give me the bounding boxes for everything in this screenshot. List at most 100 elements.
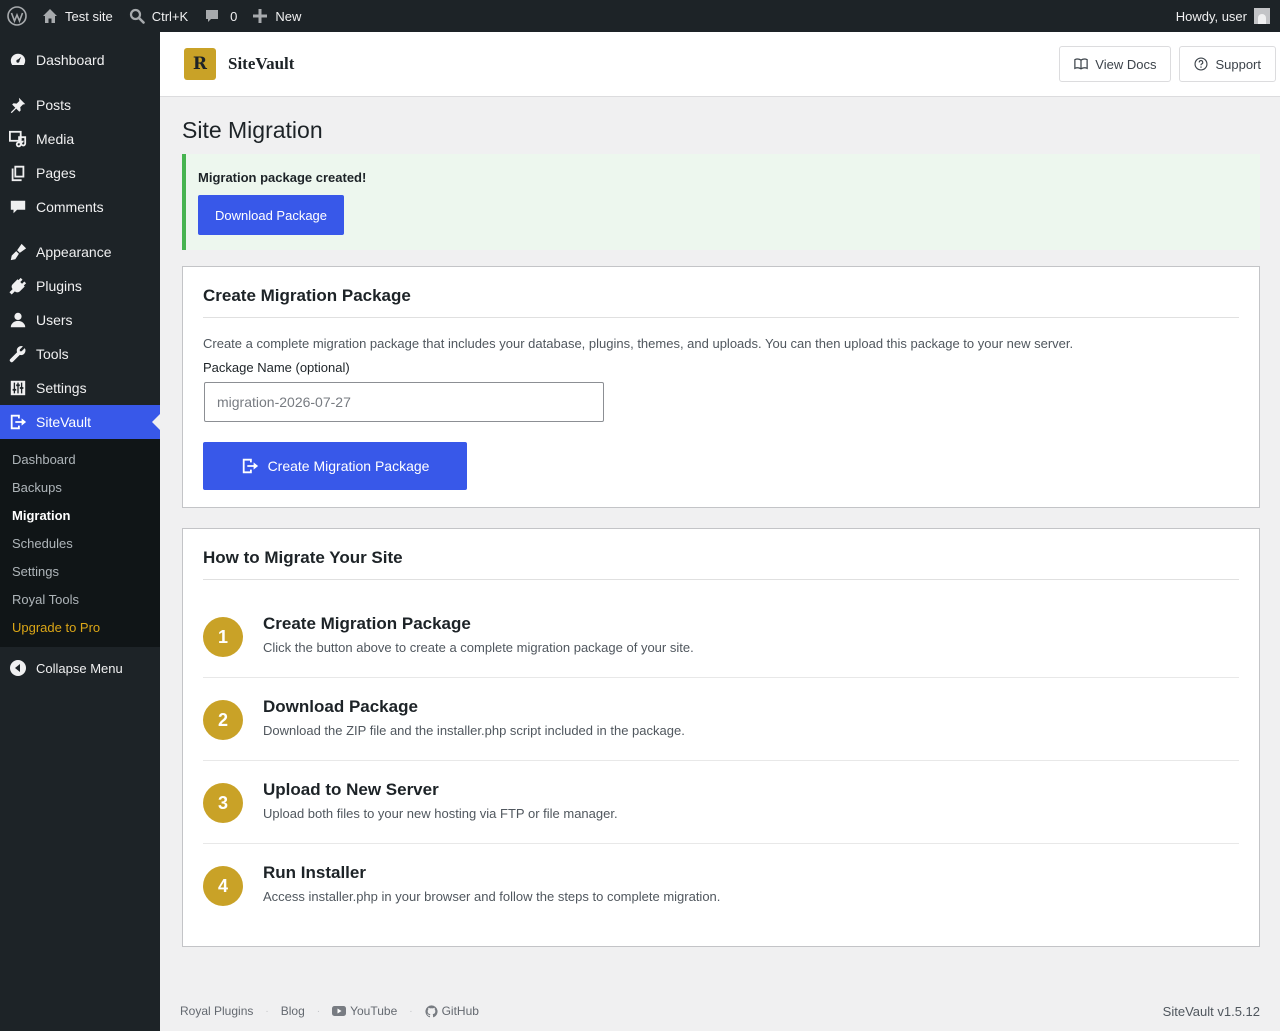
youtube-icon bbox=[332, 1006, 347, 1016]
download-package-button[interactable]: Download Package bbox=[198, 195, 345, 235]
support-button[interactable]: Support bbox=[1179, 46, 1276, 82]
menu-label: Plugins bbox=[36, 278, 82, 294]
plugin-header: R SiteVault View Docs Support bbox=[160, 32, 1280, 97]
step-number-badge: 2 bbox=[203, 700, 243, 740]
view-docs-button[interactable]: View Docs bbox=[1059, 46, 1172, 82]
menu-label: Comments bbox=[36, 199, 104, 215]
submenu-item-schedules[interactable]: Schedules bbox=[0, 529, 160, 557]
collapse-label: Collapse Menu bbox=[36, 660, 123, 676]
collapse-arrow-icon bbox=[10, 660, 26, 676]
steps-list: 1 Create Migration Package Click the but… bbox=[203, 580, 1239, 927]
menu-label: Pages bbox=[36, 165, 76, 181]
menu-item-dashboard[interactable]: Dashboard bbox=[0, 43, 160, 77]
separator-dot: · bbox=[265, 1005, 269, 1017]
pin-icon bbox=[8, 95, 28, 115]
menu-label: Appearance bbox=[36, 244, 112, 260]
comments-count: 0 bbox=[230, 8, 238, 24]
avatar bbox=[1254, 8, 1270, 24]
menu-label: Users bbox=[36, 312, 73, 328]
version-label: SiteVault v1.5.12 bbox=[1162, 1003, 1260, 1019]
submenu-item-settings[interactable]: Settings bbox=[0, 557, 160, 585]
menu-label: Posts bbox=[36, 97, 72, 113]
plugin-logo: R bbox=[184, 48, 216, 80]
submenu-item-dashboard[interactable]: Dashboard bbox=[0, 445, 160, 473]
how-to-card: How to Migrate Your Site 1 Create Migrat… bbox=[182, 528, 1260, 947]
help-circle-icon bbox=[1194, 57, 1208, 71]
submenu-item-backups[interactable]: Backups bbox=[0, 473, 160, 501]
footer-link-youtube[interactable]: YouTube bbox=[332, 1004, 397, 1018]
package-name-label: Package Name (optional) bbox=[203, 360, 350, 375]
plugin-footer: Royal Plugins · Blog · YouTube · GitHub … bbox=[180, 1001, 1260, 1021]
main-content: Site Migration Migration package created… bbox=[182, 97, 1260, 947]
menu-item-sitevault[interactable]: SiteVault bbox=[0, 405, 160, 439]
dashboard-icon bbox=[8, 50, 28, 70]
step-item: 4 Run Installer Access installer.php in … bbox=[203, 844, 1239, 927]
step-item: 1 Create Migration Package Click the but… bbox=[203, 595, 1239, 678]
youtube-label: YouTube bbox=[350, 1004, 398, 1018]
comment-bubble-icon bbox=[204, 8, 220, 24]
menu-label: Dashboard bbox=[36, 52, 105, 68]
plus-icon bbox=[253, 9, 268, 23]
comments-link[interactable]: 0 bbox=[196, 0, 245, 32]
plug-icon bbox=[8, 276, 28, 296]
menu-item-tools[interactable]: Tools bbox=[0, 337, 160, 371]
footer-link-blog[interactable]: Blog bbox=[281, 1004, 305, 1018]
notice-title: Migration package created! bbox=[198, 170, 367, 185]
step-number-badge: 1 bbox=[203, 617, 243, 657]
menu-item-settings[interactable]: Settings bbox=[0, 371, 160, 405]
greeting-label: Howdy, user bbox=[1175, 8, 1247, 24]
github-label: GitHub bbox=[441, 1004, 479, 1018]
footer-link-royal-plugins[interactable]: Royal Plugins bbox=[180, 1004, 253, 1018]
book-icon bbox=[1074, 58, 1089, 70]
card-title: Create Migration Package bbox=[203, 267, 1239, 318]
wordpress-logo-icon[interactable] bbox=[0, 0, 34, 32]
step-title: Upload to New Server bbox=[263, 780, 439, 799]
search-icon bbox=[129, 8, 145, 24]
menu-label: SiteVault bbox=[36, 414, 91, 430]
submenu-item-migration[interactable]: Migration bbox=[0, 501, 160, 529]
step-title: Run Installer bbox=[263, 863, 366, 882]
create-package-button[interactable]: Create Migration Package bbox=[203, 442, 467, 490]
sliders-icon bbox=[8, 378, 28, 398]
step-description: Access installer.php in your browser and… bbox=[263, 889, 721, 904]
menu-label: Settings bbox=[36, 380, 87, 396]
submenu-item-upgrade[interactable]: Upgrade to Pro bbox=[0, 613, 160, 641]
search-button[interactable]: Ctrl+K bbox=[121, 0, 196, 32]
step-number-badge: 3 bbox=[203, 783, 243, 823]
menu-item-comments[interactable]: Comments bbox=[0, 190, 160, 224]
brand-name: SiteVault bbox=[228, 54, 295, 73]
menu-item-posts[interactable]: Posts bbox=[0, 88, 160, 122]
menu-item-pages[interactable]: Pages bbox=[0, 156, 160, 190]
migrate-icon bbox=[242, 458, 258, 474]
step-title: Create Migration Package bbox=[263, 614, 471, 633]
step-description: Click the button above to create a compl… bbox=[263, 640, 694, 655]
migrate-icon bbox=[8, 412, 28, 432]
new-content-link[interactable]: New bbox=[245, 0, 309, 32]
pages-icon bbox=[8, 163, 28, 183]
step-description: Upload both files to your new hosting vi… bbox=[263, 806, 618, 821]
search-shortcut-label: Ctrl+K bbox=[151, 8, 189, 24]
admin-sidebar: Dashboard Posts Media Pages Comments App… bbox=[0, 32, 160, 1031]
menu-item-appearance[interactable]: Appearance bbox=[0, 235, 160, 269]
site-name-link[interactable]: Test site bbox=[34, 0, 121, 32]
footer-link-github[interactable]: GitHub bbox=[425, 1004, 479, 1018]
account-menu[interactable]: Howdy, user bbox=[1168, 0, 1280, 32]
view-docs-label: View Docs bbox=[1095, 56, 1157, 72]
media-icon bbox=[8, 129, 28, 149]
submenu-item-royal-tools[interactable]: Royal Tools bbox=[0, 585, 160, 613]
menu-item-media[interactable]: Media bbox=[0, 122, 160, 156]
menu-item-plugins[interactable]: Plugins bbox=[0, 269, 160, 303]
support-label: Support bbox=[1215, 56, 1261, 72]
card-description: Create a complete migration package that… bbox=[203, 336, 1074, 351]
step-number-badge: 4 bbox=[203, 866, 243, 906]
step-item: 2 Download Package Download the ZIP file… bbox=[203, 678, 1239, 761]
site-name-label: Test site bbox=[65, 8, 113, 24]
wrench-icon bbox=[8, 344, 28, 364]
menu-item-users[interactable]: Users bbox=[0, 303, 160, 337]
separator-dot: · bbox=[316, 1005, 321, 1017]
package-name-input[interactable] bbox=[204, 382, 604, 422]
separator-dot: · bbox=[409, 1005, 413, 1017]
page-title: Site Migration bbox=[182, 117, 323, 143]
collapse-menu-button[interactable]: Collapse Menu bbox=[0, 651, 160, 685]
create-package-label: Create Migration Package bbox=[267, 458, 430, 474]
